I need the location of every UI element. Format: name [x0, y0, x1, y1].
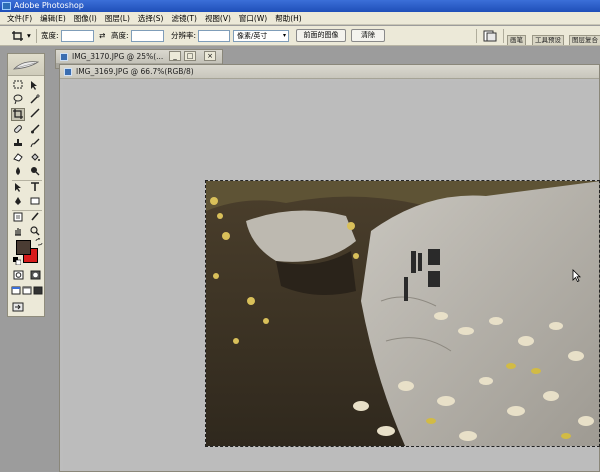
paint-bucket-tool-icon[interactable] — [28, 152, 42, 165]
document-icon — [64, 68, 72, 76]
mouse-cursor-icon — [572, 269, 581, 282]
menu-bar: 文件(F) 编辑(E) 图像(I) 图层(L) 选择(S) 滤镜(T) 视图(V… — [0, 12, 600, 25]
divider — [12, 210, 42, 211]
palette-well-icon[interactable] — [483, 30, 497, 42]
menu-help[interactable]: 帮助(H) — [271, 13, 306, 24]
photoshop-icon — [2, 2, 11, 10]
resolution-field[interactable] — [198, 30, 230, 42]
clone-stamp-tool-icon[interactable] — [11, 138, 25, 151]
crop-icon[interactable] — [12, 31, 23, 41]
lasso-tool-icon[interactable] — [11, 94, 25, 107]
dodge-tool-icon[interactable] — [28, 166, 42, 179]
resolution-label: 分辨率: — [171, 31, 197, 40]
width-field[interactable] — [61, 30, 94, 42]
toolbox-header[interactable] — [8, 54, 44, 76]
feather-icon — [13, 61, 39, 70]
marquee-tool-icon[interactable] — [11, 80, 25, 93]
menu-file[interactable]: 文件(F) — [3, 13, 36, 24]
tool-preset-arrow[interactable]: ▾ — [27, 30, 31, 42]
toolbox — [7, 53, 45, 317]
document-title-bar[interactable]: IMG_3170.JPG @ 25%(... _ □ × — [56, 50, 222, 63]
rectangle-tool-icon[interactable] — [28, 196, 42, 209]
hand-tool-icon[interactable] — [11, 226, 25, 239]
palette-tab-brushes[interactable]: 画笔 — [507, 35, 526, 45]
menu-view[interactable]: 视图(V) — [201, 13, 235, 24]
menu-window[interactable]: 窗口(W) — [235, 13, 271, 24]
clear-button[interactable]: 清除 — [351, 29, 385, 42]
title-bar: Adobe Photoshop — [0, 0, 600, 12]
full-screen-mode-icon[interactable] — [31, 286, 45, 299]
brush-tool-icon[interactable] — [28, 124, 42, 137]
menu-layer[interactable]: 图层(L) — [101, 13, 134, 24]
standard-mode-icon[interactable] — [11, 270, 25, 283]
path-selection-tool-icon[interactable] — [11, 182, 25, 195]
divider — [12, 180, 42, 181]
resolution-unit-select[interactable]: 像素/英寸 ▾ — [233, 30, 289, 42]
height-label: 高度: — [111, 31, 129, 40]
palette-tab-layer-comps[interactable]: 图层复合 — [569, 35, 600, 45]
app-title: Adobe Photoshop — [14, 1, 84, 10]
swap-dimensions-icon[interactable]: ⇄ — [99, 30, 105, 42]
notes-tool-icon[interactable] — [11, 212, 25, 225]
minimize-button[interactable]: _ — [169, 51, 181, 61]
menu-image[interactable]: 图像(I) — [70, 13, 101, 24]
divider — [36, 29, 37, 43]
type-tool-icon[interactable] — [28, 182, 42, 195]
menu-select[interactable]: 选择(S) — [134, 13, 168, 24]
width-label: 宽度: — [41, 31, 59, 40]
photo-image — [206, 181, 599, 446]
document-title-bar[interactable]: IMG_3169.JPG @ 66.7%(RGB/8) — [60, 65, 599, 79]
maximize-button[interactable]: □ — [184, 51, 196, 61]
menu-edit[interactable]: 编辑(E) — [36, 13, 70, 24]
document-title: IMG_3169.JPG @ 66.7%(RGB/8) — [76, 67, 194, 76]
options-bar: ▾ 宽度: ⇄ 高度: 分辨率: 像素/英寸 ▾ 前面的图像 清除 画笔 工具预… — [0, 26, 600, 46]
palette-tab-tool-presets[interactable]: 工具预设 — [532, 35, 564, 45]
crop-tool-icon[interactable] — [11, 108, 25, 121]
move-tool-icon[interactable] — [28, 80, 42, 93]
divider — [503, 29, 504, 43]
chevron-down-icon: ▾ — [282, 32, 286, 39]
slice-tool-icon[interactable] — [28, 108, 42, 121]
eraser-tool-icon[interactable] — [11, 152, 25, 165]
document-icon — [60, 53, 68, 61]
jump-to-imageready-icon[interactable] — [11, 302, 25, 315]
eyedropper-tool-icon[interactable] — [28, 212, 42, 225]
menu-filter[interactable]: 滤镜(T) — [168, 13, 201, 24]
healing-brush-tool-icon[interactable] — [11, 124, 25, 137]
divider — [476, 29, 477, 43]
front-image-button[interactable]: 前面的图像 — [296, 29, 346, 42]
foreground-color-swatch[interactable] — [16, 240, 31, 255]
swap-colors-icon[interactable] — [35, 238, 43, 246]
document-title: IMG_3170.JPG @ 25%(... — [72, 52, 164, 61]
document-image[interactable] — [205, 180, 600, 447]
pen-tool-icon[interactable] — [11, 196, 25, 209]
magic-wand-tool-icon[interactable] — [28, 94, 42, 107]
blur-tool-icon[interactable] — [11, 166, 25, 179]
default-colors-icon[interactable] — [13, 257, 21, 265]
quick-mask-mode-icon[interactable] — [28, 270, 42, 283]
close-button[interactable]: × — [204, 51, 216, 61]
height-field[interactable] — [131, 30, 164, 42]
history-brush-tool-icon[interactable] — [28, 138, 42, 151]
